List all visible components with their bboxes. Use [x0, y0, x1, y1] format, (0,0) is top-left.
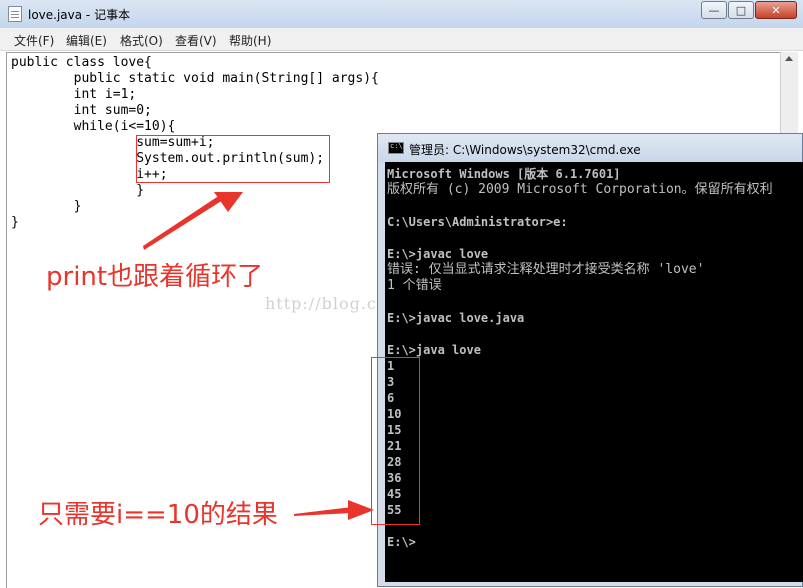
notepad-icon — [8, 6, 22, 22]
console-line: 1 个错误 — [387, 278, 442, 293]
console-line: E:\> — [387, 535, 416, 549]
cmd-title: 管理员: C:\Windows\system32\cmd.exe — [409, 143, 641, 157]
close-button[interactable]: ✕ — [755, 1, 797, 19]
console-output[interactable]: Microsoft Windows [版本 6.1.7601] 版权所有 (c) … — [385, 162, 803, 582]
console-line: 55 — [387, 503, 402, 517]
cmd-icon — [388, 142, 404, 154]
maximize-button[interactable]: □ — [728, 1, 754, 19]
cmd-title-bar[interactable]: 管理员: C:\Windows\system32\cmd.exe — [378, 134, 802, 162]
code-line: } — [11, 183, 145, 198]
results-highlight — [371, 357, 420, 525]
console-line: 36 — [387, 471, 402, 485]
console-line: 1 — [387, 359, 395, 373]
console-line: E:\>java love — [387, 343, 481, 357]
console-line: 10 — [387, 407, 402, 421]
menu-file[interactable]: 文件(F) — [14, 32, 54, 49]
console-line: 28 — [387, 455, 402, 469]
window-controls: — □ ✕ — [700, 1, 797, 19]
console-line: 6 — [387, 391, 395, 405]
code-line: } — [11, 215, 19, 230]
console-line: E:\>javac love — [387, 247, 489, 261]
result-annotation: 只需要i==10的结果 — [38, 500, 278, 530]
console-line: 版权所有 (c) 2009 Microsoft Corporation。保留所有… — [387, 182, 773, 197]
menu-view[interactable]: 查看(V) — [175, 32, 217, 49]
menu-format[interactable]: 格式(O) — [120, 32, 163, 49]
print-annotation: print也跟着循环了 — [46, 262, 264, 292]
console-text: Microsoft Windows [版本 6.1.7601] 版权所有 (c) … — [387, 166, 773, 550]
code-line: int sum=0; — [11, 103, 152, 118]
console-line: 45 — [387, 487, 402, 501]
code-line: int i=1; — [11, 87, 137, 102]
notepad-title-bar[interactable]: love.java - 记事本 — □ ✕ — [0, 0, 803, 28]
console-line: E:\>javac love.java — [387, 311, 525, 325]
console-line: Microsoft Windows [版本 6.1.7601] — [387, 167, 621, 181]
console-line: 错误: 仅当显式请求注释处理时才接受类名称 'love' — [387, 262, 705, 277]
menu-edit[interactable]: 编辑(E) — [66, 32, 107, 49]
code-line: public class love{ — [11, 55, 152, 70]
console-line: 15 — [387, 423, 402, 437]
menu-help[interactable]: 帮助(H) — [229, 32, 271, 49]
cmd-window: 管理员: C:\Windows\system32\cmd.exe Microso… — [377, 133, 803, 587]
scroll-up-arrow-icon[interactable] — [785, 56, 793, 61]
code-line: public static void main(String[] args){ — [11, 71, 379, 86]
code-line: while(i<=10){ — [11, 119, 176, 134]
minimize-button[interactable]: — — [701, 1, 727, 19]
menu-bar: 文件(F) 编辑(E) 格式(O) 查看(V) 帮助(H) — [0, 28, 803, 51]
console-line: 21 — [387, 439, 402, 453]
console-line: C:\Users\Administrator>e: — [387, 215, 568, 229]
loop-body-highlight — [136, 135, 330, 183]
console-line: 3 — [387, 375, 395, 389]
code-line: } — [11, 199, 82, 214]
notepad-title: love.java - 记事本 — [28, 8, 131, 22]
